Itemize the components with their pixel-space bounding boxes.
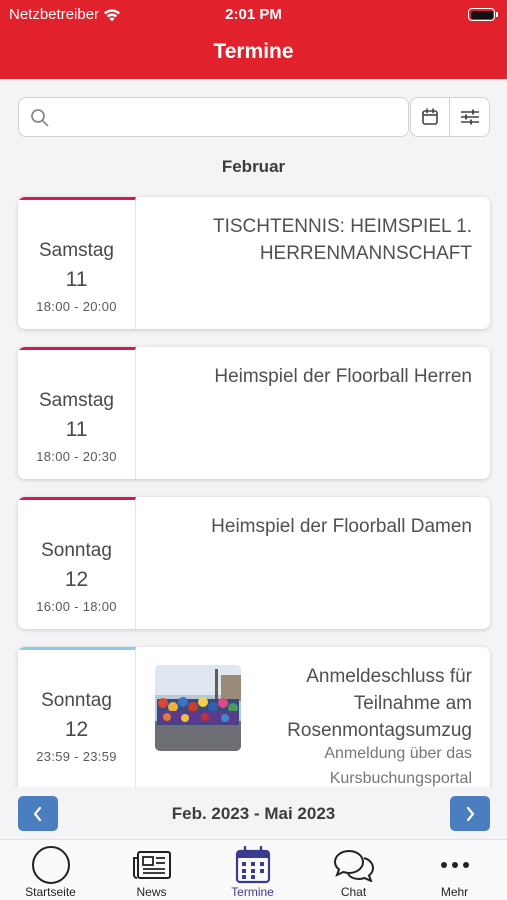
tab-chat[interactable]: Chat (303, 840, 404, 900)
date-range-label: Feb. 2023 - Mai 2023 (171, 804, 336, 823)
tab-label: Mehr (440, 885, 469, 899)
event-date-box: Sonntag 12 23:59 - 23:59 (18, 647, 136, 797)
next-range-button[interactable] (450, 796, 490, 831)
event-title: Heimspiel der Floorball Damen (211, 516, 472, 537)
tab-news[interactable]: News (101, 840, 202, 900)
chevron-right-icon (466, 806, 475, 821)
event-title: Anmeldeschluss für Teilnahme am Rosenmon… (287, 666, 472, 741)
event-day-number: 12 (64, 568, 89, 591)
event-card[interactable]: Sonntag 12 23:59 - 23:59 Anmeldeschluss … (18, 647, 490, 797)
event-card[interactable]: Samstag 11 18:00 - 20:00 TISCHTENNIS: HE… (18, 197, 490, 329)
chat-bubbles-icon (333, 849, 374, 882)
event-date-box: Sonntag 12 16:00 - 18:00 (18, 497, 136, 629)
event-card[interactable]: Samstag 11 18:00 - 20:30 Heimspiel der F… (18, 347, 490, 479)
calendar-icon (235, 846, 270, 884)
search-icon (31, 109, 49, 127)
event-day-number: 11 (65, 268, 88, 291)
battery-icon (468, 8, 498, 21)
date-range-bar: Feb. 2023 - Mai 2023 (0, 787, 507, 839)
sliders-icon (460, 109, 479, 125)
tab-startseite[interactable]: Startseite (0, 840, 101, 900)
calendar-view-button[interactable] (410, 97, 450, 137)
event-time: 23:59 - 23:59 (36, 749, 117, 764)
event-time: 16:00 - 18:00 (36, 599, 117, 614)
event-weekday: Samstag (39, 390, 114, 411)
event-day-number: 11 (65, 418, 88, 441)
tab-bar: Startseite News Termine Chat Mehr (0, 839, 507, 900)
event-day-number: 12 (64, 718, 89, 741)
tab-label: Startseite (25, 885, 76, 899)
tab-termine[interactable]: Termine (202, 840, 303, 900)
event-title: TISCHTENNIS: HEIMSPIEL 1. HERRENMANNSCHA… (212, 216, 472, 264)
circle-icon (31, 846, 70, 884)
event-card[interactable]: Sonntag 12 16:00 - 18:00 Heimspiel der F… (18, 497, 490, 629)
event-date-box: Samstag 11 18:00 - 20:00 (18, 197, 136, 329)
calendar-icon (422, 108, 438, 125)
event-weekday: Sonntag (41, 540, 112, 561)
search-input[interactable] (59, 104, 400, 130)
app-header: Netzbetreiber 2:01 PM Termine (0, 0, 507, 79)
filter-button[interactable] (450, 97, 490, 137)
page-title: Termine (213, 40, 294, 63)
tab-mehr[interactable]: Mehr (404, 840, 505, 900)
event-date-box: Samstag 11 18:00 - 20:30 (18, 347, 136, 479)
tab-label: News (136, 885, 167, 899)
event-time: 18:00 - 20:30 (36, 449, 117, 464)
status-time: 2:01 PM (225, 6, 282, 23)
tab-label: Chat (340, 885, 367, 899)
status-bar: Netzbetreiber 2:01 PM (0, 0, 507, 30)
event-image (155, 665, 241, 751)
event-subtitle: Anmeldung über das Kursbuchungsportal (324, 745, 472, 787)
more-dots-icon (440, 862, 469, 868)
search-bar[interactable] (18, 97, 409, 137)
event-weekday: Sonntag (41, 690, 112, 711)
tab-label: Termine (231, 885, 274, 899)
event-weekday: Samstag (39, 240, 114, 261)
event-title: Heimspiel der Floorball Herren (214, 366, 472, 387)
month-heading: Februar (221, 157, 286, 176)
newspaper-icon (132, 851, 171, 879)
event-time: 18:00 - 20:00 (36, 299, 117, 314)
